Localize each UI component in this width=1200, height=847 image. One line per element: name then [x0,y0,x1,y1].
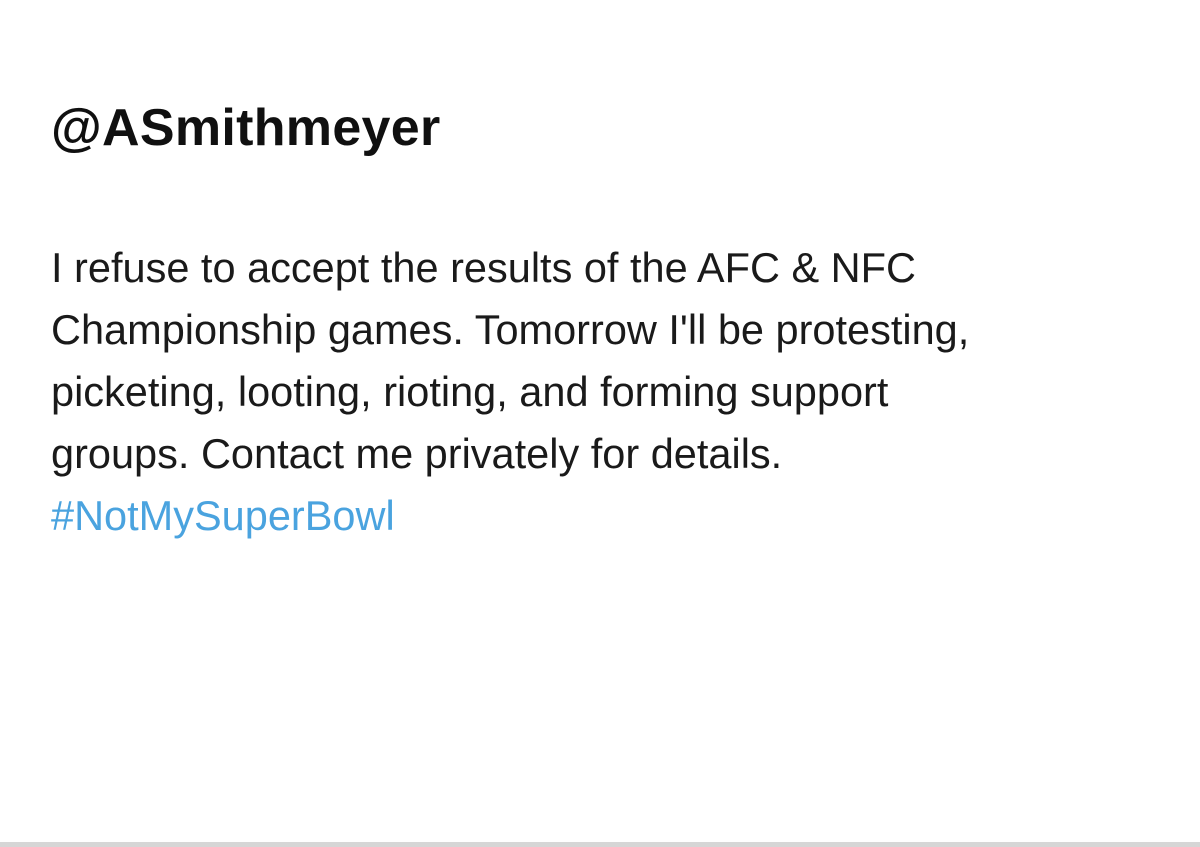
tweet-text-line: groups. Contact me privately for details… [51,430,783,477]
tweet-text-line: picketing, looting, rioting, and forming… [51,368,889,415]
user-handle[interactable]: @ASmithmeyer [51,92,441,164]
tweet-text-line: I refuse to accept the results of the AF… [51,244,916,291]
hashtag-link[interactable]: #NotMySuperBowl [51,485,1200,547]
tweet-card: @ASmithmeyer I refuse to accept the resu… [0,0,1200,847]
bottom-divider [0,842,1200,847]
tweet-text: I refuse to accept the results of the AF… [51,237,1200,547]
tweet-text-line: Championship games. Tomorrow I'll be pro… [51,306,970,353]
